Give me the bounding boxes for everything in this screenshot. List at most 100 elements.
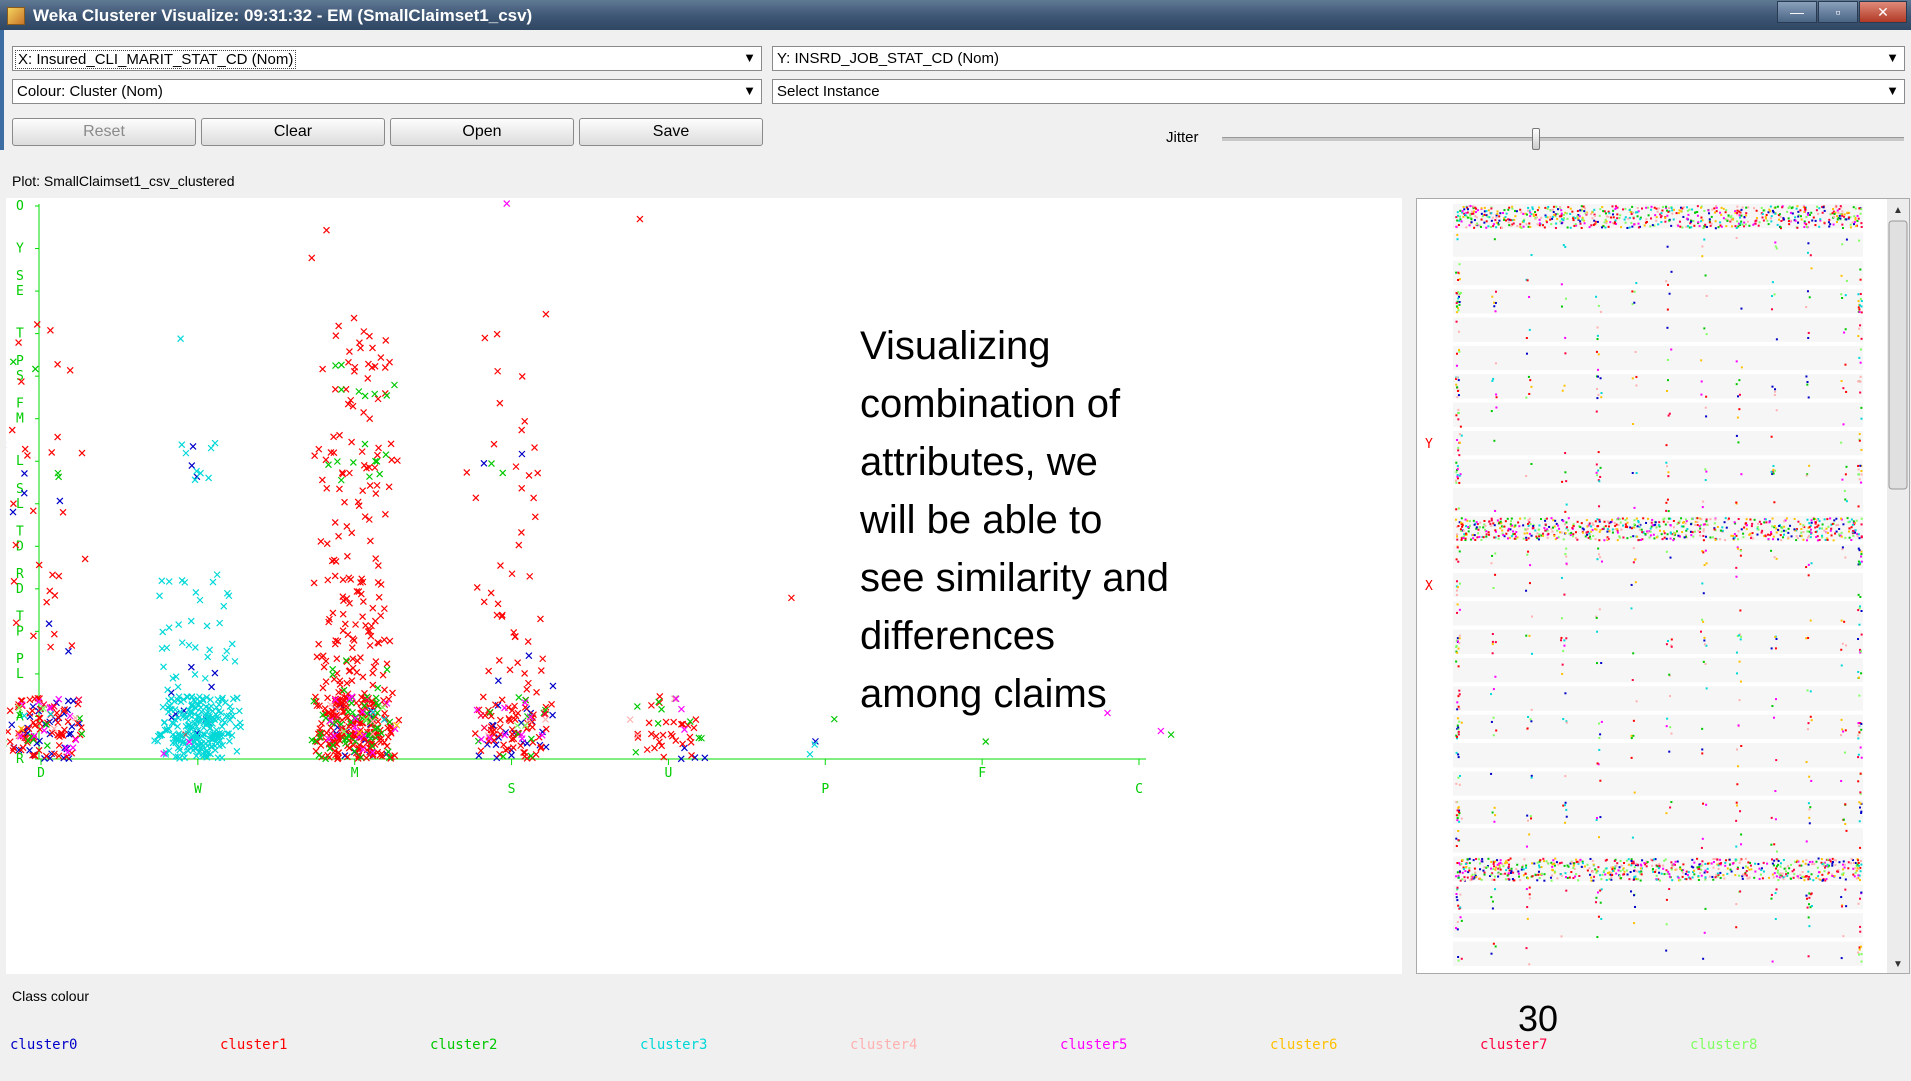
- data-point-cluster1: [384, 733, 392, 741]
- matrix-point: [1459, 906, 1462, 909]
- matrix-point: [1809, 690, 1812, 693]
- data-point-cluster5: [66, 712, 74, 720]
- attribute-matrix[interactable]: YX▲▼: [1417, 199, 1909, 973]
- matrix-point: [1619, 859, 1622, 862]
- matrix-point: [1794, 219, 1797, 222]
- matrix-point: [1479, 521, 1482, 524]
- matrix-point: [1581, 216, 1584, 219]
- data-point-cluster2: [384, 748, 392, 756]
- matrix-point: [1531, 862, 1534, 865]
- data-point-cluster1: [389, 689, 396, 697]
- maximize-button[interactable]: ▫: [1818, 1, 1858, 23]
- matrix-point: [1736, 867, 1739, 870]
- matrix-point: [1756, 533, 1759, 536]
- clear-button[interactable]: Clear: [201, 118, 385, 146]
- matrix-point: [1802, 524, 1805, 527]
- matrix-point: [1772, 464, 1775, 467]
- matrix-point: [1457, 560, 1460, 563]
- matrix-scrollbar-thumb[interactable]: [1888, 220, 1908, 490]
- matrix-point: [1608, 212, 1611, 215]
- jitter-slider[interactable]: [1222, 137, 1904, 141]
- matrix-point: [1758, 877, 1761, 880]
- matrix-point: [1597, 915, 1600, 918]
- matrix-point: [1808, 816, 1811, 819]
- matrix-point: [1672, 218, 1675, 221]
- matrix-point: [1630, 890, 1633, 893]
- legend-item-cluster1[interactable]: cluster1: [220, 1037, 287, 1053]
- reset-button[interactable]: Reset: [12, 118, 196, 146]
- matrix-point: [1699, 527, 1702, 530]
- open-button[interactable]: Open: [390, 118, 574, 146]
- matrix-point: [1655, 878, 1658, 881]
- select-instance[interactable]: Select Instance ▼: [772, 79, 1905, 104]
- matrix-point: [1670, 270, 1673, 273]
- matrix-point: [1736, 209, 1739, 212]
- matrix-point: [1481, 860, 1484, 863]
- matrix-point: [1666, 465, 1669, 468]
- matrix-point: [1608, 878, 1611, 881]
- matrix-point: [1833, 874, 1836, 877]
- matrix-point: [1457, 733, 1460, 736]
- scroll-down-icon[interactable]: ▼: [1893, 959, 1903, 970]
- legend-item-cluster5[interactable]: cluster5: [1060, 1037, 1127, 1053]
- matrix-point: [1744, 872, 1747, 875]
- colour-select[interactable]: Colour: Cluster (Nom) ▼: [12, 79, 762, 104]
- matrix-point: [1665, 209, 1668, 212]
- matrix-point: [1456, 475, 1459, 478]
- matrix-point: [1600, 662, 1603, 665]
- data-point-cluster2: [488, 460, 495, 467]
- close-button[interactable]: ✕: [1859, 1, 1907, 23]
- matrix-point: [1665, 869, 1668, 872]
- matrix-point: [1456, 640, 1459, 643]
- matrix-point: [1528, 517, 1531, 520]
- legend-item-cluster8[interactable]: cluster8: [1690, 1037, 1757, 1053]
- matrix-point: [1760, 868, 1763, 871]
- matrix-point: [1852, 206, 1855, 209]
- jitter-slider-thumb[interactable]: [1531, 128, 1540, 150]
- matrix-point: [1549, 218, 1552, 221]
- matrix-point: [1810, 779, 1813, 782]
- matrix-point: [1657, 207, 1660, 210]
- matrix-point: [1457, 830, 1460, 833]
- scroll-up-icon[interactable]: ▲: [1893, 205, 1903, 216]
- matrix-point: [1574, 875, 1577, 878]
- matrix-point: [1860, 863, 1863, 866]
- save-button[interactable]: Save: [579, 118, 763, 146]
- legend-item-cluster6[interactable]: cluster6: [1270, 1037, 1337, 1053]
- matrix-point: [1805, 306, 1808, 309]
- matrix-point: [1457, 756, 1460, 759]
- data-point-cluster1: [651, 744, 658, 752]
- matrix-point: [1817, 212, 1820, 215]
- attribute-matrix-panel[interactable]: Y X ▲ ▼: [1416, 198, 1910, 974]
- matrix-point: [1837, 523, 1840, 526]
- matrix-point: [1526, 906, 1529, 909]
- legend-item-cluster0[interactable]: cluster0: [10, 1037, 77, 1053]
- matrix-point: [1760, 523, 1763, 526]
- matrix-point: [1597, 553, 1600, 556]
- matrix-point: [1528, 328, 1531, 331]
- matrix-point: [1807, 563, 1810, 566]
- matrix-point: [1740, 307, 1743, 310]
- matrix-point: [1772, 876, 1775, 879]
- y-axis-select[interactable]: Y: INSRD_JOB_STAT_CD (Nom) ▼: [772, 46, 1905, 71]
- matrix-point: [1457, 223, 1460, 226]
- matrix-point: [1829, 529, 1832, 532]
- x-axis-select[interactable]: X: Insured_CLI_MARIT_STAT_CD (Nom) ▼: [12, 46, 762, 71]
- matrix-point: [1567, 865, 1570, 868]
- data-point-cluster1: [344, 631, 352, 639]
- matrix-point: [1527, 206, 1530, 209]
- matrix-point: [1649, 225, 1652, 228]
- minimize-button[interactable]: —: [1777, 1, 1817, 23]
- matrix-point: [1725, 209, 1728, 212]
- data-point-cluster3: [191, 643, 199, 651]
- matrix-point: [1565, 547, 1568, 550]
- matrix-point: [1692, 535, 1695, 538]
- legend-item-cluster4[interactable]: cluster4: [850, 1037, 917, 1053]
- matrix-point: [1498, 872, 1501, 875]
- legend-item-cluster2[interactable]: cluster2: [430, 1037, 497, 1053]
- matrix-point: [1860, 633, 1863, 636]
- legend-item-cluster3[interactable]: cluster3: [640, 1037, 707, 1053]
- matrix-point: [1664, 220, 1667, 223]
- matrix-point: [1581, 218, 1584, 221]
- matrix-point: [1818, 207, 1821, 210]
